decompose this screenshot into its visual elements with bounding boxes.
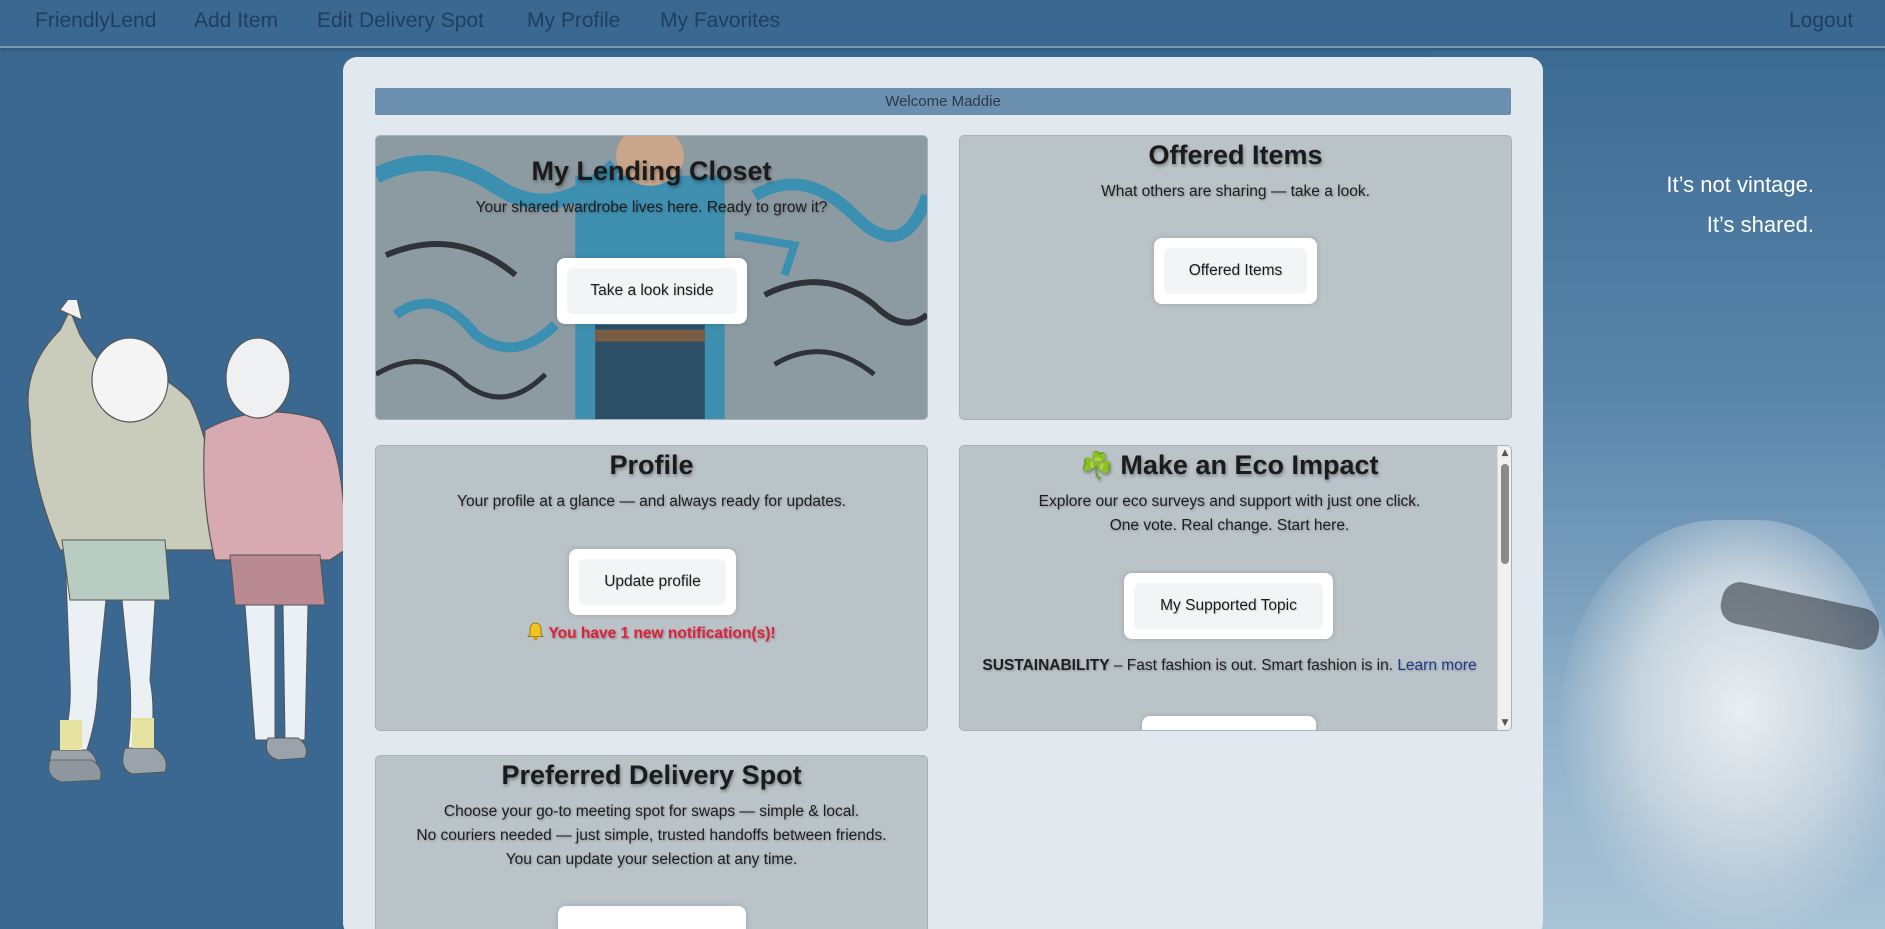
- main-panel: Welcome Maddie My Lending Closet Your sh…: [343, 57, 1543, 929]
- offered-items-button[interactable]: Offered Items: [1154, 238, 1317, 304]
- scroll-down-icon[interactable]: ▼: [1498, 716, 1511, 730]
- eco-line-1: Explore our eco surveys and support with…: [1038, 493, 1421, 510]
- update-profile-label: Update profile: [579, 559, 726, 605]
- eco-title: Make an Eco Impact: [1120, 450, 1379, 480]
- profile-title: Profile: [609, 450, 694, 480]
- card-eco-impact: ☘️ Make an Eco Impact Explore our eco su…: [959, 445, 1512, 731]
- update-profile-button[interactable]: Update profile: [569, 549, 736, 615]
- shamrock-icon: ☘️: [1080, 450, 1113, 480]
- offered-text: What others are sharing — take a look.: [1101, 183, 1370, 200]
- closet-text: Your shared wardrobe lives here. Ready t…: [475, 199, 828, 216]
- tagline-line-1: It’s not vintage.: [1666, 172, 1814, 197]
- my-supported-topic-button[interactable]: My Supported Topic: [1124, 573, 1333, 639]
- topic-text: – Fast fashion is out. Smart fashion is …: [1109, 657, 1398, 674]
- nav-my-favorites[interactable]: My Favorites: [660, 9, 780, 33]
- bell-icon: [527, 622, 545, 641]
- delivery-line-3: You can update your selection at any tim…: [505, 851, 798, 868]
- welcome-banner: Welcome Maddie: [375, 88, 1511, 115]
- delivery-line-2: No couriers needed — just simple, truste…: [416, 827, 887, 844]
- nav-logout[interactable]: Logout: [1789, 9, 1853, 33]
- offered-items-label: Offered Items: [1164, 248, 1307, 294]
- offered-title: Offered Items: [1148, 140, 1323, 170]
- delivery-line-1: Choose your go-to meeting spot for swaps…: [443, 803, 860, 820]
- topic-label: SUSTAINABILITY: [982, 657, 1110, 674]
- card-lending-closet: My Lending Closet Your shared wardrobe l…: [375, 135, 928, 420]
- scroll-up-icon[interactable]: ▲: [1498, 446, 1511, 460]
- friends-illustration: [27, 300, 346, 783]
- brand-link[interactable]: FriendlyLend: [35, 9, 156, 33]
- delivery-spot-button[interactable]: [558, 906, 746, 929]
- scroll-thumb[interactable]: [1501, 464, 1509, 564]
- eco-scrollbar[interactable]: ▲ ▼: [1497, 446, 1511, 730]
- card-offered-items: Offered Items What others are sharing — …: [959, 135, 1512, 420]
- eco-line-2: One vote. Real change. Start here.: [1109, 517, 1350, 534]
- my-supported-topic-label: My Supported Topic: [1134, 583, 1323, 629]
- eco-title-row: ☘️ Make an Eco Impact: [960, 450, 1499, 481]
- delivery-title: Preferred Delivery Spot: [501, 760, 802, 790]
- eco-extra-button[interactable]: [1142, 716, 1316, 730]
- background-face: [1560, 520, 1885, 929]
- nav-add-item[interactable]: Add Item: [194, 9, 278, 33]
- learn-more-link[interactable]: Learn more: [1397, 657, 1476, 674]
- profile-text: Your profile at a glance — and always re…: [457, 493, 846, 510]
- notification-text: You have 1 new notification(s)!: [548, 625, 776, 642]
- tagline-line-2: It’s shared.: [1706, 212, 1814, 237]
- navbar: FriendlyLend Add Item Edit Delivery Spot…: [0, 0, 1885, 48]
- nav-edit-delivery-spot[interactable]: Edit Delivery Spot: [317, 9, 484, 33]
- nav-my-profile[interactable]: My Profile: [527, 9, 620, 33]
- closet-title: My Lending Closet: [531, 156, 772, 186]
- take-a-look-inside-button[interactable]: Take a look inside: [557, 258, 747, 324]
- card-profile: Profile Your profile at a glance — and a…: [375, 445, 928, 731]
- eco-topic-row: SUSTAINABILITY – Fast fashion is out. Sm…: [960, 654, 1499, 678]
- notification-row[interactable]: You have 1 new notification(s)!: [376, 622, 927, 643]
- card-delivery-spot: Preferred Delivery Spot Choose your go-t…: [375, 755, 928, 929]
- take-a-look-inside-label: Take a look inside: [567, 268, 737, 314]
